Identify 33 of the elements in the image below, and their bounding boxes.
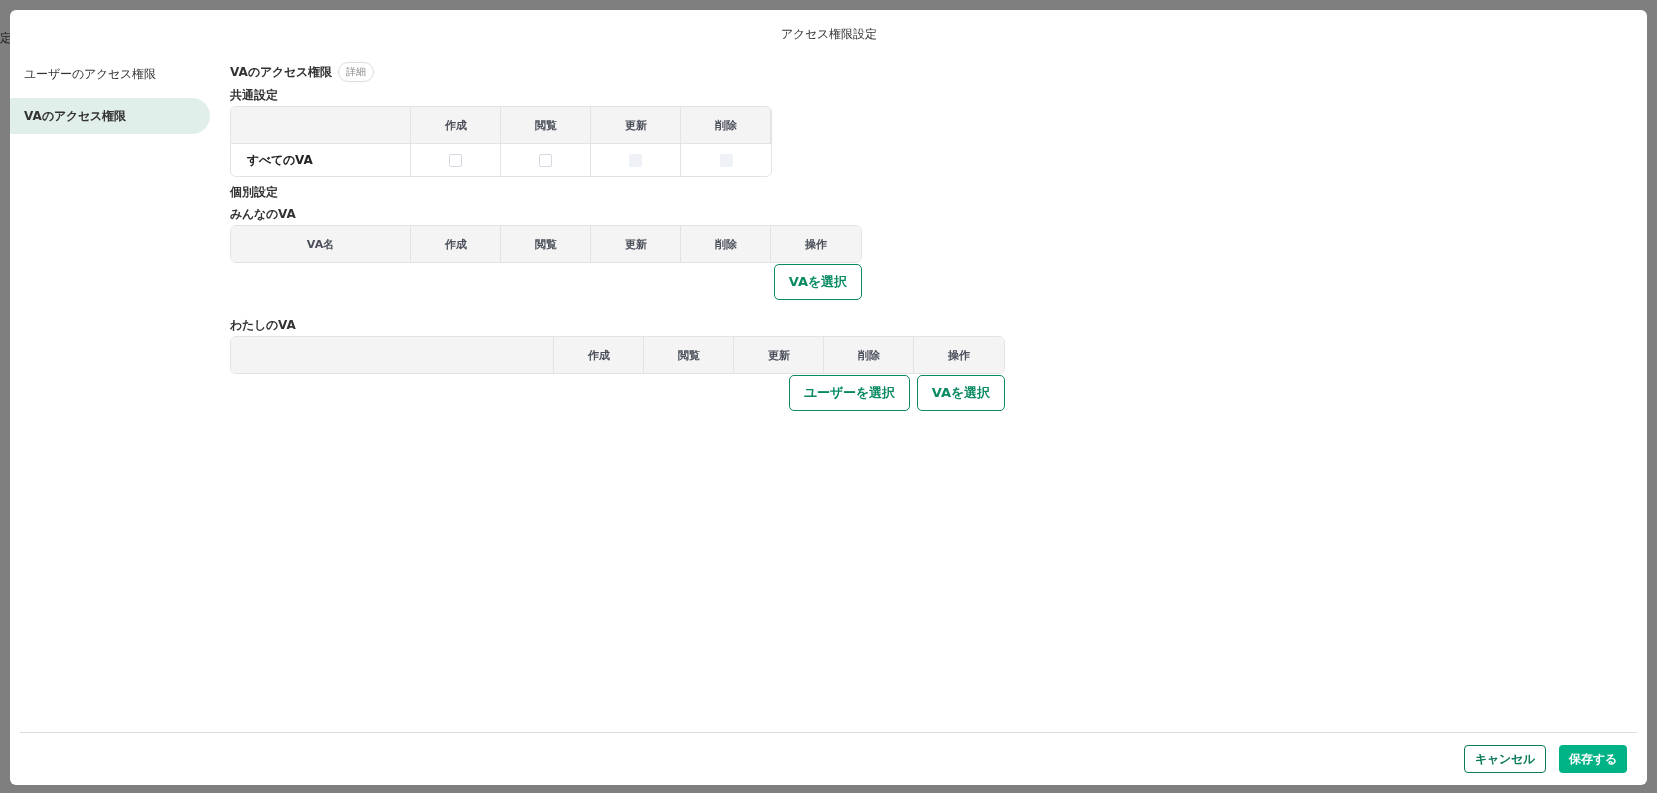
cancel-button[interactable]: キャンセル	[1464, 745, 1546, 773]
subsection-title: 個別設定	[230, 183, 279, 201]
column-header: 作成	[411, 107, 501, 143]
column-header: 操作	[771, 226, 861, 262]
sidebar-item[interactable]: VAのアクセス権限	[10, 98, 210, 134]
detail-button[interactable]: 詳細	[337, 62, 374, 82]
column-header: 削除	[681, 226, 771, 262]
dialog-title: アクセス権限設定	[779, 26, 878, 43]
select-button[interactable]: VAを選択	[773, 264, 862, 300]
column-header: 作成	[411, 226, 501, 262]
column-header: 更新	[591, 107, 681, 143]
save-button[interactable]: 保存する	[1559, 745, 1627, 773]
sidebar-item[interactable]: ユーザーのアクセス権限	[10, 56, 210, 92]
column-header: 閲覧	[644, 337, 734, 373]
column-header: 閲覧	[501, 226, 591, 262]
column-header: VA名	[231, 226, 411, 262]
column-header: 削除	[824, 337, 914, 373]
column-header: 作成	[554, 337, 644, 373]
checkbox[interactable]	[539, 153, 552, 167]
table-cell: すべてのVA	[231, 143, 411, 176]
column-header: 閲覧	[501, 107, 591, 143]
section-title: VAのアクセス権限	[230, 63, 332, 81]
select-button[interactable]: VAを選択	[916, 375, 1005, 411]
group-title: わたしのVA	[230, 316, 297, 334]
select-button[interactable]: ユーザーを選択	[788, 375, 910, 411]
subsection-title: 共通設定	[230, 86, 279, 104]
column-header: 操作	[914, 337, 1004, 373]
background-page-label: 定	[0, 30, 12, 47]
group-title: みんなのVA	[230, 205, 297, 223]
column-header: 削除	[681, 107, 771, 143]
column-header: 更新	[591, 226, 681, 262]
checkbox[interactable]	[449, 153, 462, 167]
column-header: 更新	[734, 337, 824, 373]
